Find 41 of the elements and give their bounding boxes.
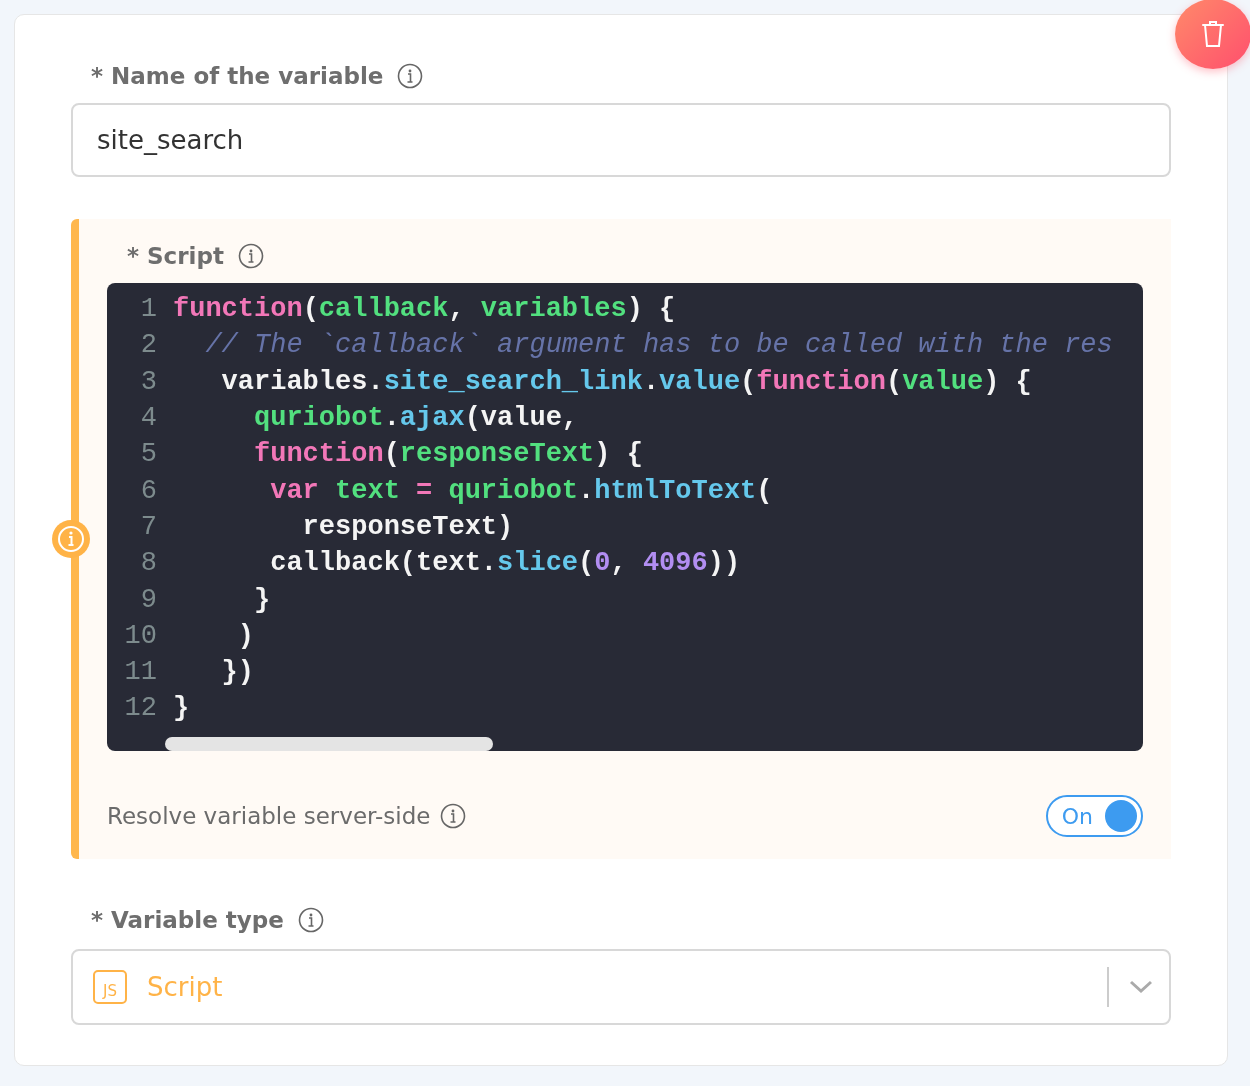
code-line: quriobot.ajax(value, bbox=[253, 403, 579, 434]
info-icon[interactable] bbox=[397, 63, 424, 89]
code-line: ) bbox=[236, 620, 254, 651]
line-number: 3 bbox=[139, 366, 158, 397]
code-line: responseText) bbox=[301, 511, 514, 542]
trash-icon bbox=[1201, 19, 1225, 49]
server-side-label: Resolve variable server-side bbox=[107, 803, 431, 829]
delete-button[interactable] bbox=[1175, 0, 1250, 69]
variable-type-select[interactable]: JS Script bbox=[71, 949, 1171, 1025]
info-icon[interactable] bbox=[237, 243, 264, 269]
line-number: 9 bbox=[139, 584, 158, 615]
name-input[interactable]: site_search bbox=[71, 103, 1171, 177]
chevron-down-icon bbox=[1129, 980, 1153, 994]
info-icon[interactable] bbox=[440, 803, 467, 829]
code-line: } bbox=[173, 693, 190, 724]
line-number: 5 bbox=[139, 439, 158, 470]
code-line: variables.site_search_link.value(function(value) { bbox=[220, 366, 1032, 397]
code-line: // The `callback` argument has to be called with the res bbox=[204, 330, 1113, 361]
line-number: 8 bbox=[139, 548, 158, 579]
code-line: }) bbox=[220, 657, 254, 688]
line-number: 7 bbox=[139, 511, 158, 542]
field-label: * Script bbox=[127, 243, 224, 269]
code-line: function(callback, variables) { bbox=[173, 294, 676, 325]
line-number: 10 bbox=[123, 620, 158, 651]
line-number: 1 bbox=[139, 294, 158, 325]
scrollbar-thumb[interactable] bbox=[165, 737, 493, 751]
line-number: 6 bbox=[139, 475, 158, 506]
field-label: * Name of the variable bbox=[91, 63, 384, 89]
code-line: } bbox=[253, 584, 271, 615]
code-line: callback(text.slice(0, 4096)) bbox=[269, 548, 741, 579]
line-number: 12 bbox=[123, 693, 158, 724]
field-label: * Variable type bbox=[91, 907, 284, 933]
server-side-toggle[interactable]: On bbox=[1045, 795, 1143, 837]
code-line: function(responseText) { bbox=[253, 439, 643, 470]
code-editor[interactable] bbox=[107, 283, 1143, 751]
line-number: 4 bbox=[139, 403, 158, 434]
info-icon[interactable] bbox=[297, 907, 324, 933]
code-line: var text = quriobot.htmlToText( bbox=[269, 475, 773, 506]
line-number: 11 bbox=[123, 657, 158, 688]
line-number: 2 bbox=[139, 330, 158, 361]
js-file-icon: JS bbox=[93, 970, 127, 1004]
